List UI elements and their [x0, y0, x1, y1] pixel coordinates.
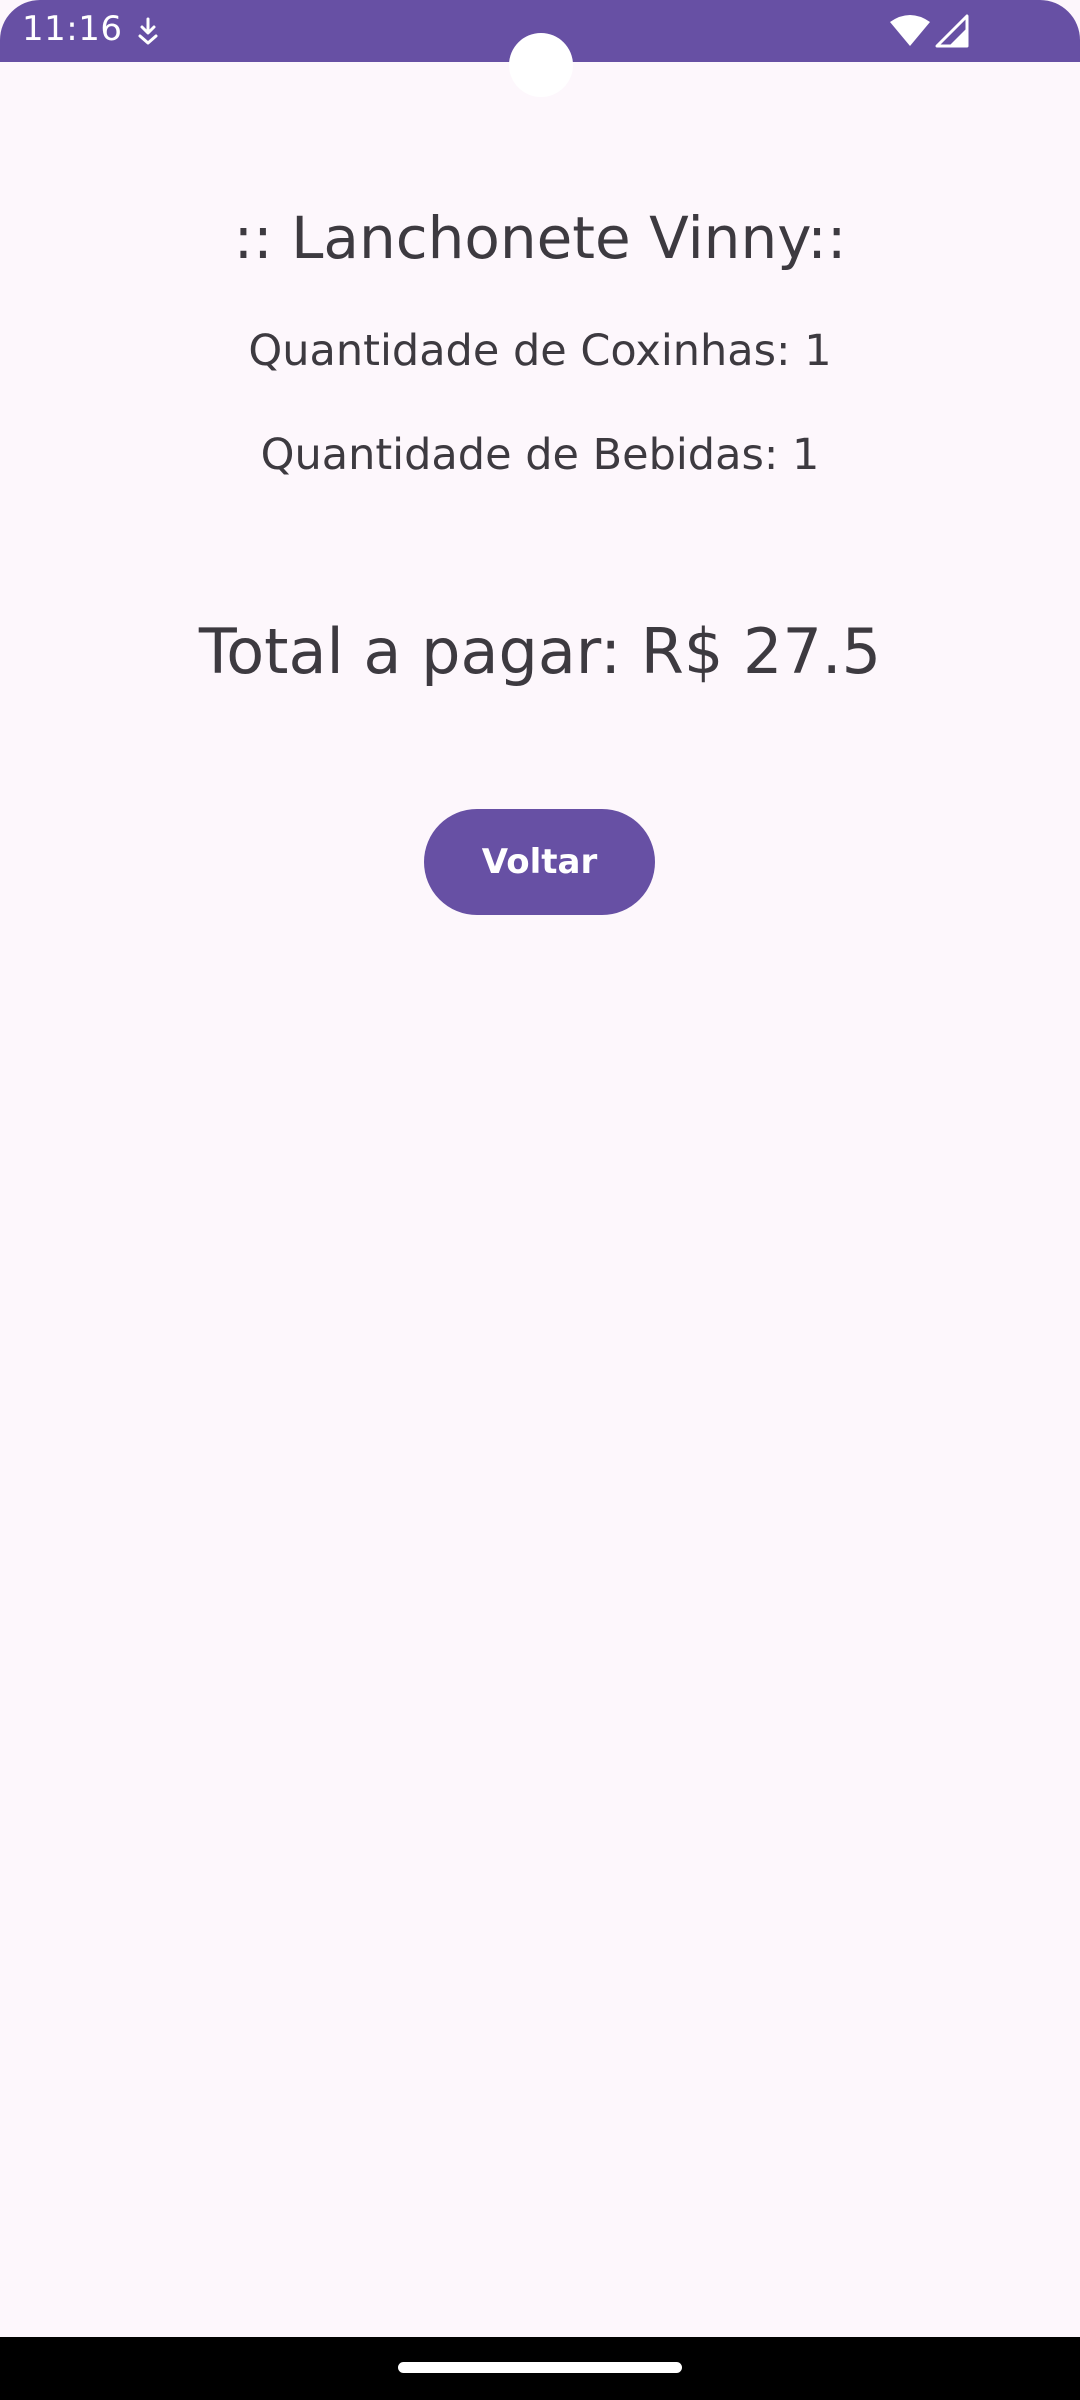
- wifi-icon: [890, 15, 930, 46]
- coxinhas-quantity-label: Quantidade de Coxinhas: 1: [248, 326, 832, 376]
- app-title: :: Lanchonete Vinny::: [233, 204, 847, 272]
- app-screen: 11:16 :: Lanchonete Vinny:: Quantidade d…: [0, 0, 1080, 2400]
- camera-cutout: [509, 33, 573, 97]
- cell-signal-icon: [935, 14, 969, 48]
- home-gesture-handle[interactable]: [398, 2362, 682, 2373]
- total-to-pay-label: Total a pagar: R$ 27.5: [198, 615, 882, 688]
- bebidas-quantity-label: Quantidade de Bebidas: 1: [260, 430, 820, 480]
- back-button[interactable]: Voltar: [424, 809, 655, 915]
- status-time: 11:16: [22, 9, 123, 49]
- download-notification-icon: [138, 17, 158, 45]
